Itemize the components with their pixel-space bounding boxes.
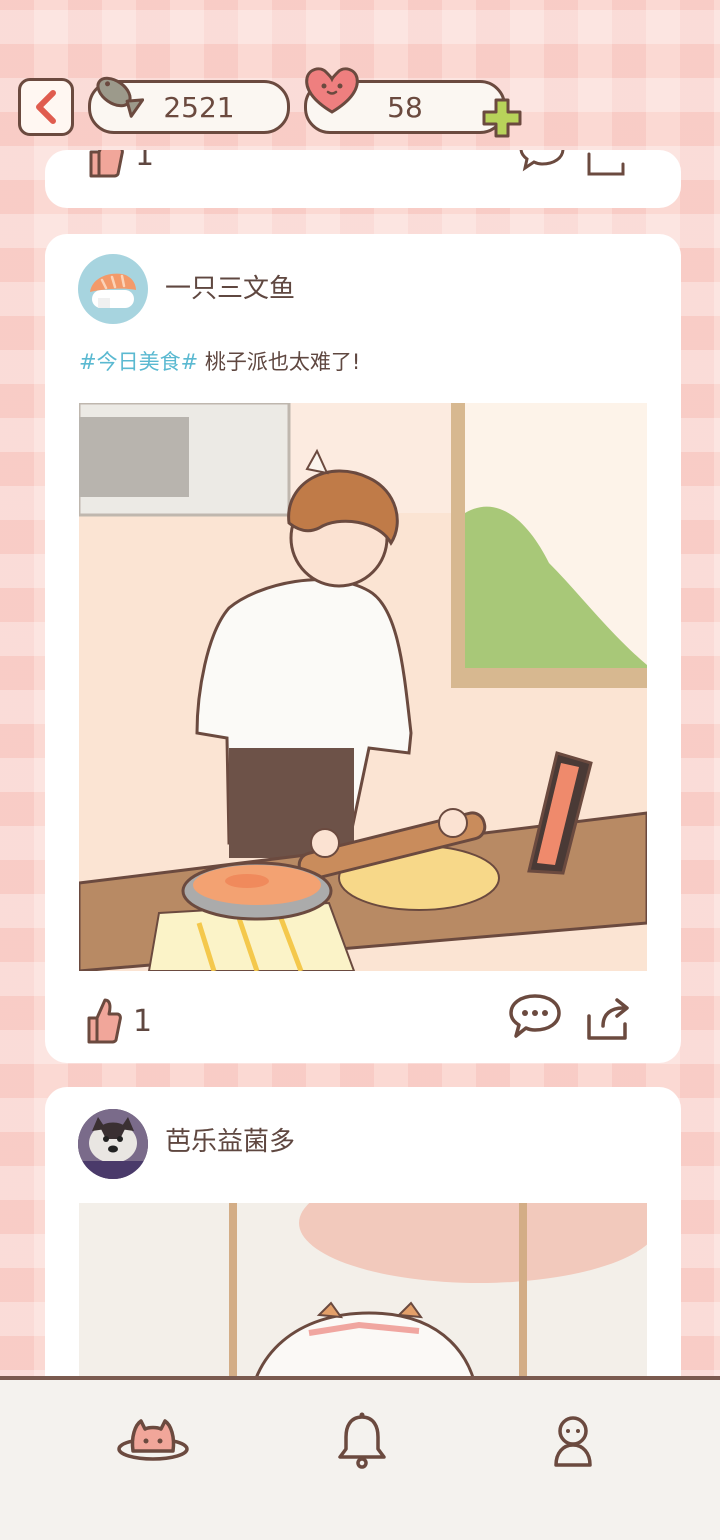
post-hashtag[interactable]: #今日美食# [79, 350, 198, 374]
post-username[interactable]: 一只三文鱼 [165, 268, 295, 305]
nav-profile[interactable] [533, 1406, 613, 1476]
like-count: 1 [133, 1003, 153, 1039]
post-text: #今日美食# 桃子派也太难了! [79, 346, 360, 376]
heart-count: 58 [387, 90, 423, 124]
back-button[interactable] [18, 78, 74, 136]
plus-icon[interactable] [480, 96, 524, 140]
next-post-card: 芭乐益菌多 [45, 1087, 681, 1417]
bottom-navigation [0, 1376, 720, 1540]
thumbs-up-icon [87, 998, 122, 1044]
cat-planet-icon [117, 1419, 189, 1461]
speech-bubble-icon[interactable] [507, 992, 563, 1042]
chevron-left-icon [36, 90, 56, 124]
salmon-sushi-icon [90, 273, 136, 308]
bell-icon [338, 1412, 386, 1469]
avatar[interactable] [78, 1109, 148, 1179]
post-body: 桃子派也太难了! [204, 350, 361, 374]
cooking-illustration [79, 403, 647, 971]
top-bar: 2521 58 [0, 0, 720, 160]
fish-count: 2521 [163, 90, 235, 124]
post-image[interactable] [79, 403, 647, 971]
like-button[interactable]: 1 [83, 996, 152, 1046]
person-icon [554, 1416, 592, 1467]
next-post-username[interactable]: 芭乐益菌多 [165, 1121, 295, 1158]
post-card: 一只三文鱼 #今日美食# 桃子派也太难了! 1 [45, 234, 681, 1063]
share-icon[interactable] [583, 992, 635, 1044]
fish-icon [96, 76, 144, 118]
heart-icon [305, 67, 359, 114]
avatar[interactable] [78, 254, 148, 324]
nav-home[interactable] [113, 1406, 193, 1476]
nav-notifications[interactable] [322, 1406, 402, 1476]
dog-avatar-image [78, 1109, 148, 1179]
